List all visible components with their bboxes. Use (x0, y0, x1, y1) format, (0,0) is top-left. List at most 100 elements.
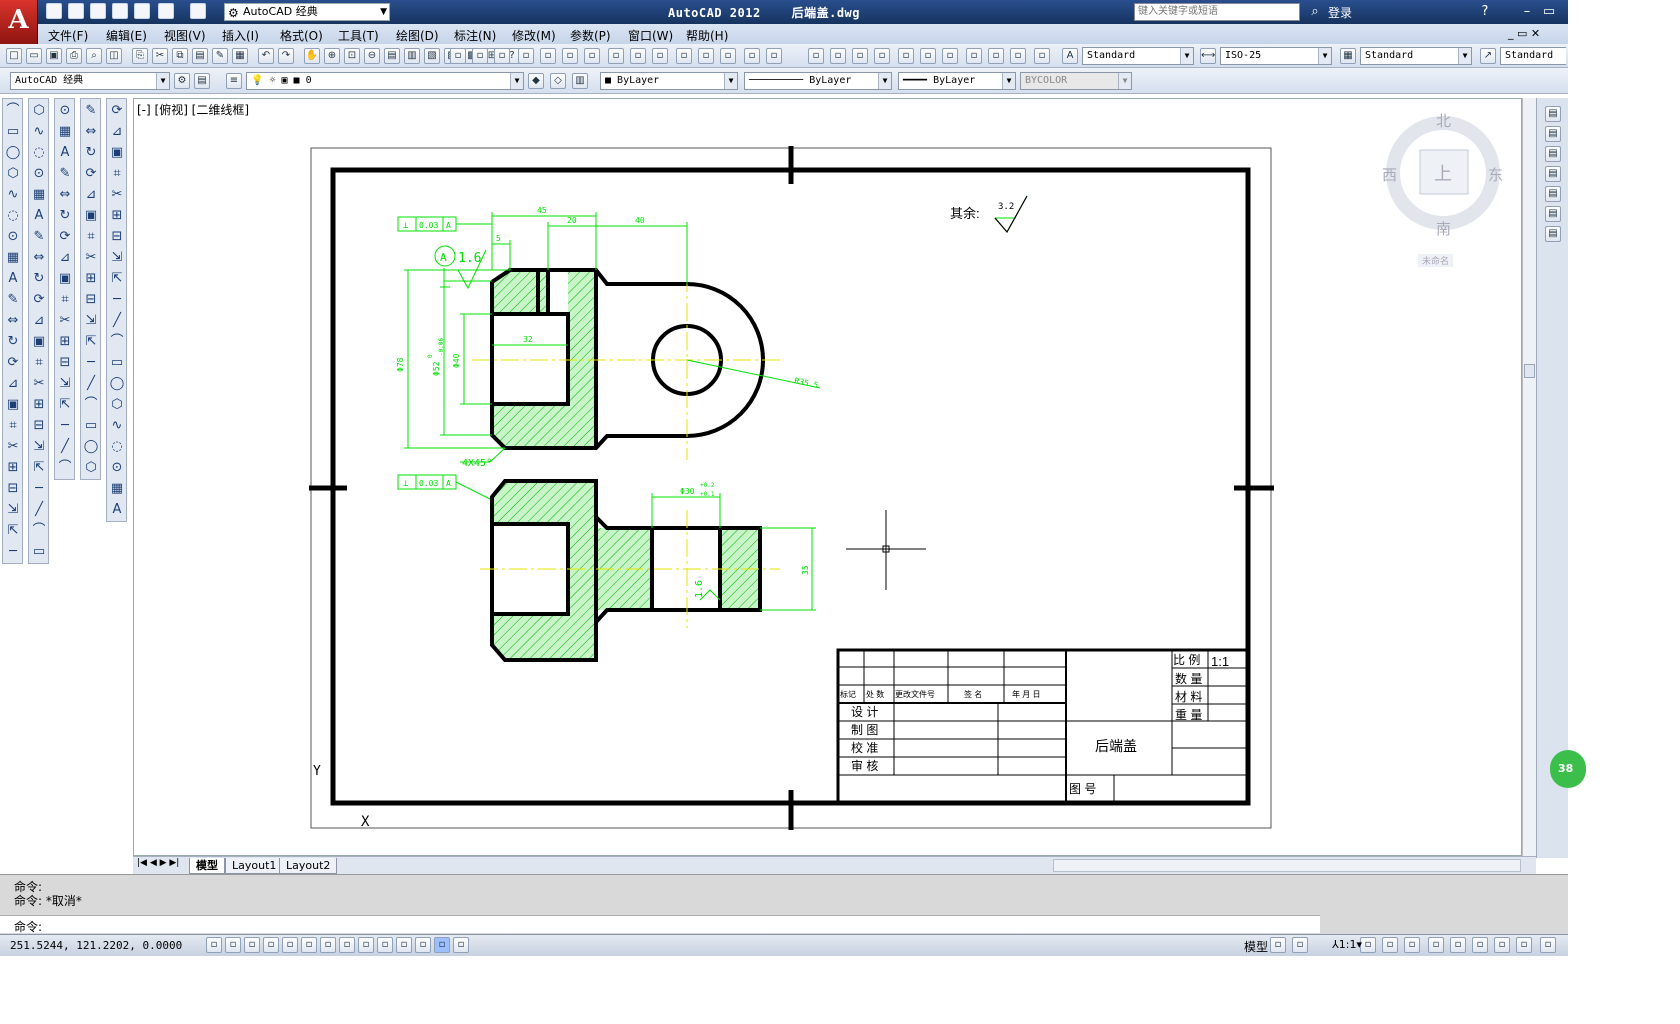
other-roughness-label: 其余: (950, 206, 980, 221)
status-tool-8-icon[interactable]: ▫ (1494, 937, 1510, 953)
status-tool-1-icon[interactable]: ▫ (1292, 937, 1308, 953)
tb-qty-label: 数 量 (1175, 671, 1202, 686)
dim-45: 45 (537, 206, 547, 215)
status-bar: 251.5244, 121.2202, 0.0000 ▫ ▫ ▫ ▫ ▫ ▫ ▫ ▫ ▫ ▫ ▫ ▫ ▫… (0, 934, 1568, 956)
viewcube-east[interactable]: 东 (1488, 164, 1503, 185)
tb-row-review: 审 核 (851, 758, 878, 773)
dim-dia30-tol-dn: +0.1 (700, 491, 715, 498)
view-tool-4-icon[interactable]: ▤ (1545, 186, 1561, 202)
annotation-scale-value: 1:1 (1338, 938, 1357, 951)
cursor-coordinates[interactable]: 251.5244, 121.2202, 0.0000 (10, 939, 182, 952)
tol2-datum: A (446, 479, 451, 488)
tol1-symbol: ⊥ (403, 221, 409, 231)
tab-model[interactable]: 模型 (189, 858, 225, 874)
dim-35: 35 (801, 565, 810, 575)
viewcube-top-face[interactable]: 上 (1434, 160, 1452, 186)
polar-toggle-icon[interactable]: ▫ (282, 937, 298, 953)
model-space-button[interactable]: 模型 (1244, 938, 1268, 955)
tb-header-sign: 签 名 (964, 689, 982, 699)
tolerance-frame-2: ⊥ 0.03 A (397, 474, 493, 501)
tb-row-design: 设 计 (851, 705, 878, 719)
tol2-value: 0.03 (419, 479, 438, 488)
view-tool-3-icon[interactable]: ▤ (1545, 166, 1561, 182)
tb-row-check: 校 准 (851, 740, 878, 755)
tab-nav-icon[interactable]: |◀ ◀ ▶ ▶| (137, 858, 179, 868)
drawing-svg: 45 20 40 5 32 Φ78 Φ52 0 -0.06 Φ40 R35.5 … (309, 146, 1274, 830)
dim-20: 20 (567, 216, 577, 225)
snap-toggle-icon[interactable]: ▫ (225, 937, 241, 953)
view-tool-0-icon[interactable]: ▤ (1545, 106, 1561, 122)
tb-header-change: 更改文件号 (895, 689, 935, 699)
tab-layout1[interactable]: Layout1 (225, 858, 284, 874)
command-history-2: 命令: *取消* (14, 894, 82, 908)
view-tool-1-icon[interactable]: ▤ (1545, 126, 1561, 142)
command-input[interactable]: 命令: (0, 915, 1320, 934)
status-tool-9-icon[interactable]: ▫ (1516, 937, 1532, 953)
layout-tabs: |◀ ◀ ▶ ▶| 模型 Layout1 Layout2 (133, 856, 1536, 874)
dim-5: 5 (496, 234, 501, 243)
front-view: 45 20 40 5 32 Φ78 Φ52 0 -0.06 Φ40 R35.5 … (396, 206, 821, 501)
command-prompt: 命令: (14, 920, 43, 934)
dim-dia52-tol-up: 0 (427, 354, 434, 358)
status-tool-7-icon[interactable]: ▫ (1472, 937, 1488, 953)
ucs-x-label: X (361, 814, 370, 830)
annotation-scale-icon: ⅄ (1332, 938, 1339, 951)
tb-drawing-no: 图 号 (1069, 782, 1096, 796)
status-tool-5-icon[interactable]: ▫ (1428, 937, 1444, 953)
status-tool-2-icon[interactable]: ▫ (1360, 937, 1376, 953)
lwt-toggle-icon[interactable]: ▫ (396, 937, 412, 953)
otrack-toggle-icon[interactable]: ▫ (339, 937, 355, 953)
tol1-value: 0.03 (419, 221, 438, 230)
tpy-toggle-icon[interactable]: ▫ (415, 937, 431, 953)
wcs-menu[interactable]: 未命名 (1418, 254, 1454, 267)
infer-toggle-icon[interactable]: ▫ (206, 937, 222, 953)
notification-badge[interactable]: 38 (1550, 750, 1586, 788)
status-tool-3-icon[interactable]: ▫ (1382, 937, 1398, 953)
tolerance-frame-1: ⊥ 0.03 A (397, 216, 492, 232)
paper-boundary (310, 147, 1272, 829)
status-tool-0-icon[interactable]: ▫ (1270, 937, 1286, 953)
dim-dia30-tol-up: +0.2 (700, 482, 715, 489)
dyn-toggle-icon[interactable]: ▫ (377, 937, 393, 953)
osnap-toggle-icon[interactable]: ▫ (301, 937, 317, 953)
status-tool-4-icon[interactable]: ▫ (1404, 937, 1420, 953)
tab-layout2[interactable]: Layout2 (279, 858, 338, 874)
tol2-symbol: ⊥ (403, 479, 409, 489)
roughness-1: 1.6 (458, 251, 481, 266)
dim-40: 40 (635, 216, 645, 225)
right-toolbar: ▤ ▤ ▤ ▤ ▤ ▤ ▤ (1536, 98, 1568, 858)
3dosnap-toggle-icon[interactable]: ▫ (320, 937, 336, 953)
qp-toggle-icon[interactable]: ▫ (434, 937, 450, 953)
scroll-thumb[interactable] (1524, 364, 1535, 378)
view-tool-6-icon[interactable]: ▤ (1545, 226, 1561, 242)
status-tool-6-icon[interactable]: ▫ (1450, 937, 1466, 953)
horizontal-scrollbar[interactable] (1053, 859, 1521, 872)
annotation-scale[interactable]: ⅄1:1▾ (1332, 938, 1362, 951)
tb-header-date: 年 月 日 (1012, 689, 1040, 699)
dim-dia52-tol-dn: -0.06 (438, 338, 445, 356)
tb-ratio-value: 1:1 (1211, 654, 1229, 669)
dim-32: 32 (523, 335, 533, 344)
viewcube-south[interactable]: 南 (1436, 218, 1451, 239)
application-menu-button[interactable]: A (0, 0, 38, 44)
ducs-toggle-icon[interactable]: ▫ (358, 937, 374, 953)
tol1-datum: A (446, 221, 451, 230)
tb-header-count: 处 数 (866, 689, 884, 699)
other-roughness-value: 3.2 (998, 202, 1014, 212)
status-tool-10-icon[interactable]: ▫ (1540, 937, 1556, 953)
sc-toggle-icon[interactable]: ▫ (453, 937, 469, 953)
dim-dia30: Φ30 (680, 487, 695, 496)
tb-header-mark: 标记 (840, 689, 856, 699)
dim-dia78: Φ78 (396, 357, 405, 372)
view-tool-5-icon[interactable]: ▤ (1545, 206, 1561, 222)
viewcube-west[interactable]: 西 (1382, 164, 1397, 185)
grid-toggle-icon[interactable]: ▫ (244, 937, 260, 953)
tb-part-name: 后端盖 (1095, 738, 1137, 754)
view-tool-2-icon[interactable]: ▤ (1545, 146, 1561, 162)
viewcube[interactable]: 北 南 东 西 上 未命名 (1380, 110, 1510, 270)
vertical-scrollbar[interactable] (1522, 98, 1536, 856)
viewcube-north[interactable]: 北 (1436, 110, 1451, 131)
ortho-toggle-icon[interactable]: ▫ (263, 937, 279, 953)
dim-chamfer: 4X45° (462, 458, 492, 469)
tb-material-label: 材 料 (1175, 690, 1202, 704)
